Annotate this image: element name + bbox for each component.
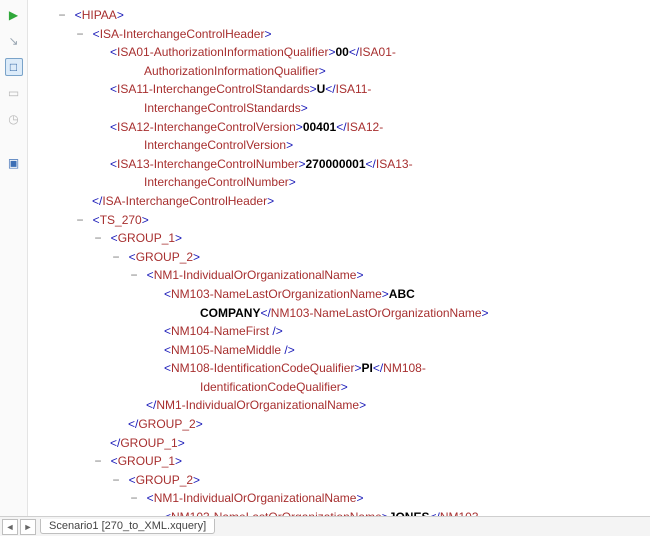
prev-scenario-button[interactable]: ◄ — [2, 519, 18, 535]
next-scenario-button[interactable]: ► — [20, 519, 36, 535]
val-nm103-company-b: COMPANY — [200, 306, 260, 320]
tag-hipaa: HIPAA — [82, 8, 117, 22]
xml-editor: − <HIPAA> − <ISA-InterchangeControlHeade… — [28, 0, 650, 516]
tag-isa-header: ISA-InterchangeControlHeader — [100, 27, 265, 41]
tag-nm1: NM1-IndividualOrOrganizationalName — [154, 268, 357, 282]
tag-isa01: ISA01-AuthorizationInformationQualifier — [117, 45, 328, 59]
tag-isa11: ISA11-InterchangeControlStandards — [117, 82, 310, 96]
val-isa12: 00401 — [303, 120, 336, 134]
fold-toggle[interactable]: − — [92, 229, 104, 248]
fold-toggle[interactable]: − — [128, 266, 140, 285]
select-tool-icon[interactable]: □ — [5, 58, 23, 76]
tag-nm103: NM103-NameLastOrOrganizationName — [171, 287, 382, 301]
footer-bar: ◄ ► Scenario1 [270_to_XML.xquery] — [0, 516, 650, 536]
step-icon[interactable]: ↘ — [5, 32, 23, 50]
val-isa01: 00 — [335, 45, 348, 59]
tag-group2: GROUP_2 — [136, 250, 193, 264]
tag-ts270: TS_270 — [100, 213, 142, 227]
tag-isa13: ISA13-InterchangeControlNumber — [117, 157, 298, 171]
scenario-tab[interactable]: Scenario1 [270_to_XML.xquery] — [40, 519, 215, 534]
val-nm103-company-a: ABC — [389, 287, 415, 301]
fold-toggle[interactable]: − — [110, 471, 122, 490]
tag-nm108: NM108-IdentificationCodeQualifier — [171, 361, 354, 375]
fold-toggle[interactable]: − — [128, 489, 140, 508]
val-isa11: U — [317, 82, 326, 96]
play-icon[interactable]: ▶ — [5, 6, 23, 24]
blank-icon[interactable]: ▭ — [5, 84, 23, 102]
tag-isa12: ISA12-InterchangeControlVersion — [117, 120, 296, 134]
fold-toggle[interactable]: − — [74, 211, 86, 230]
vertical-toolbar: ▶ ↘ □ ▭ ◷ ▣ — [0, 0, 28, 516]
tag-nm105: NM105-NameMiddle — [171, 343, 281, 357]
fold-toggle[interactable]: − — [74, 25, 86, 44]
timer-icon[interactable]: ◷ — [5, 110, 23, 128]
tag-nm104: NM104-NameFirst — [171, 324, 269, 338]
fold-toggle[interactable]: − — [110, 248, 122, 267]
tag-group1: GROUP_1 — [118, 231, 175, 245]
val-nm108: PI — [361, 361, 372, 375]
val-isa13: 270000001 — [305, 157, 365, 171]
save-icon[interactable]: ▣ — [5, 154, 23, 172]
fold-toggle[interactable]: − — [56, 6, 68, 25]
fold-toggle[interactable]: − — [92, 452, 104, 471]
